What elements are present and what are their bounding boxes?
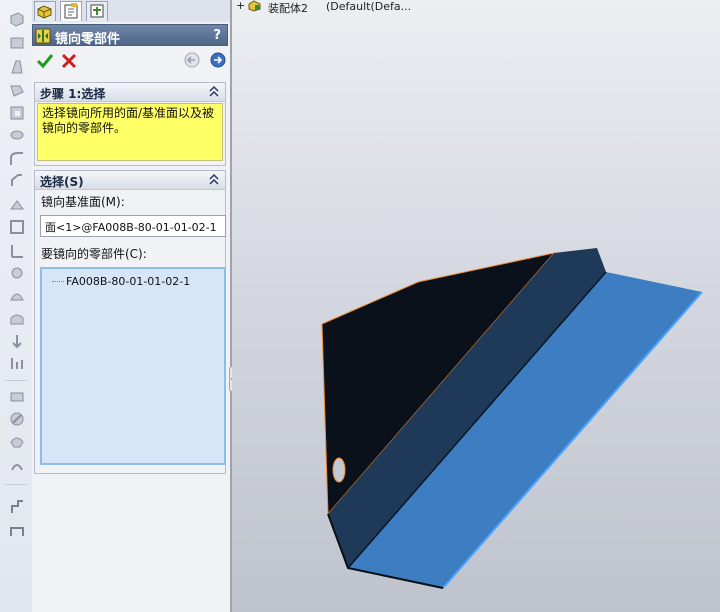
extruded-cut-icon[interactable]: [8, 104, 26, 122]
chamfer-icon[interactable]: [8, 172, 26, 190]
flex-icon[interactable]: [8, 456, 26, 474]
indent-icon[interactable]: [8, 432, 26, 450]
step-instruction-note: 选择镜向所用的面/基准面以及被镜向的零部件。: [37, 103, 223, 161]
propertymanager-tab[interactable]: [60, 1, 82, 21]
selection-title: 选择(S): [40, 175, 84, 189]
sketch-icon[interactable]: [8, 498, 26, 516]
toolbar-separator: [5, 484, 27, 485]
components-list[interactable]: FA008B-80-01-01-02-1: [40, 267, 226, 465]
configurationmanager-tab[interactable]: [86, 1, 108, 21]
manager-tabs: [32, 0, 230, 22]
split-line-icon[interactable]: [8, 388, 26, 406]
collapse-chevron-icon[interactable]: [208, 84, 220, 98]
move-face-icon[interactable]: [8, 332, 26, 350]
fillet-icon[interactable]: [8, 150, 26, 168]
help-button[interactable]: ?: [213, 28, 221, 43]
featuremanager-tab[interactable]: [34, 1, 56, 21]
feature-title: 镜向零部件: [55, 32, 121, 47]
smart-dimension-icon[interactable]: [8, 522, 26, 540]
shell-icon[interactable]: [8, 218, 26, 236]
rib-icon[interactable]: [8, 196, 26, 214]
graphics-area[interactable]: + 装配体2 (Default(Defa...: [232, 0, 720, 612]
selection-group-header[interactable]: 选择(S): [35, 171, 225, 190]
step-group-header[interactable]: 步骤 1:选择: [35, 83, 225, 102]
property-sheet-icon: [64, 3, 78, 19]
collapse-chevron-icon[interactable]: [208, 172, 220, 186]
next-page-icon[interactable]: [210, 52, 226, 68]
revolved-cut-icon[interactable]: [8, 126, 26, 144]
command-toolbar: [0, 0, 33, 612]
property-manager-panel: 镜向零部件 ? 步骤 1:选择 选择镜向所用的面/基准面以及被镜向的零部件。 选…: [32, 0, 230, 612]
draft-icon[interactable]: [8, 242, 26, 260]
swept-boss-icon[interactable]: [8, 58, 26, 76]
property-manager-header: 镜向零部件 ?: [32, 24, 228, 47]
lofted-boss-icon[interactable]: [8, 82, 26, 100]
dome-icon[interactable]: [8, 286, 26, 304]
mirror-plane-field[interactable]: 面<1>@FA008B-80-01-01-02-1: [40, 215, 226, 237]
list-item[interactable]: FA008B-80-01-01-02-1: [66, 275, 190, 288]
extruded-boss-icon[interactable]: [8, 10, 26, 28]
mirrored-part-model[interactable]: [232, 0, 720, 612]
feature-tree-icon: [37, 5, 52, 19]
toolbar-separator: [5, 380, 27, 381]
tree-connector: [52, 281, 64, 282]
mirror-components-icon: [35, 28, 51, 44]
components-label: 要镜向的零部件(C):: [41, 247, 147, 261]
step-group: 步骤 1:选择 选择镜向所用的面/基准面以及被镜向的零部件。: [34, 82, 226, 166]
step-title: 步骤 1:选择: [40, 87, 106, 101]
revolved-boss-icon[interactable]: [8, 34, 26, 52]
cancel-x-icon[interactable]: [60, 52, 78, 70]
configuration-icon: [90, 4, 104, 18]
part-hole[interactable]: [332, 457, 346, 483]
selection-group: 选择(S) 镜向基准面(M): 面<1>@FA008B-80-01-01-02-…: [34, 170, 226, 474]
delete-face-icon[interactable]: [8, 410, 26, 428]
scale-icon[interactable]: [8, 354, 26, 372]
hole-wizard-icon[interactable]: [8, 264, 26, 282]
previous-page-icon[interactable]: [184, 52, 200, 68]
mirror-plane-label: 镜向基准面(M):: [41, 195, 125, 209]
wrap-icon[interactable]: [8, 310, 26, 328]
ok-check-icon[interactable]: [36, 52, 54, 70]
